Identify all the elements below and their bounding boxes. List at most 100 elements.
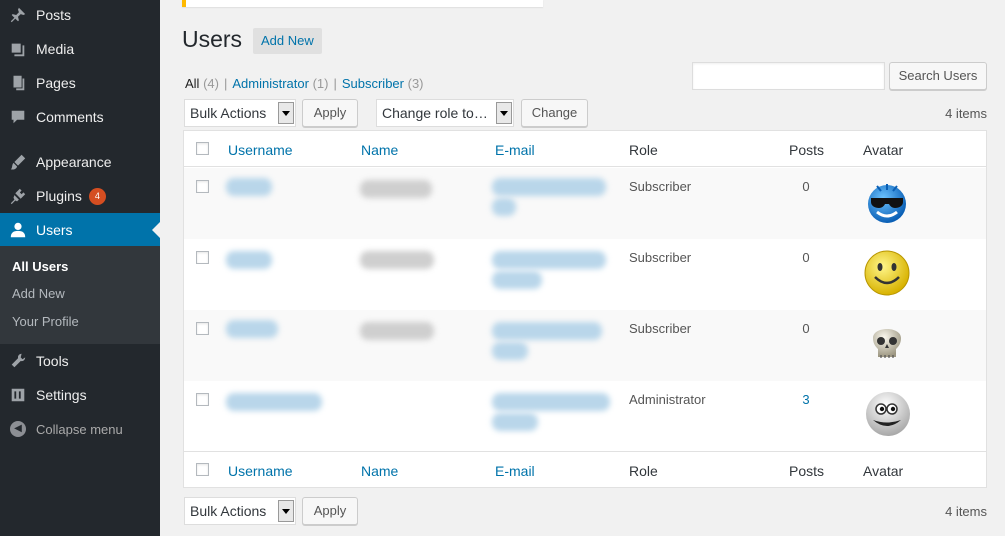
column-username-footer[interactable]: Username bbox=[228, 463, 293, 479]
page-title: Users bbox=[182, 26, 243, 52]
bulk-actions-select-top[interactable]: Bulk Actions bbox=[184, 99, 296, 127]
filter-subscriber[interactable]: Subscriber (3) bbox=[342, 76, 424, 91]
add-new-user-button[interactable]: Add New bbox=[253, 28, 322, 54]
column-name[interactable]: Name bbox=[361, 142, 398, 158]
filter-all[interactable]: All (4) bbox=[185, 76, 219, 91]
user-name bbox=[360, 322, 434, 340]
filter-administrator[interactable]: Administrator (1) bbox=[232, 76, 328, 91]
bulk-actions-select-bottom[interactable]: Bulk Actions bbox=[184, 497, 296, 525]
smiley-avatar bbox=[864, 250, 910, 296]
white-smiley-avatar bbox=[866, 392, 910, 436]
sidebar-item-tools[interactable]: Tools bbox=[0, 344, 160, 378]
email-link[interactable] bbox=[492, 178, 606, 196]
user-role: Administrator bbox=[629, 392, 706, 407]
email-link-wrap bbox=[492, 413, 538, 431]
plugins-icon bbox=[0, 187, 36, 205]
apply-button-top[interactable]: Apply bbox=[302, 99, 358, 127]
sidebar-item-label: Comments bbox=[36, 109, 104, 125]
sidebar-item-settings[interactable]: Settings bbox=[0, 378, 160, 412]
change-role-select[interactable]: Change role to… bbox=[376, 99, 514, 127]
row-checkbox[interactable] bbox=[196, 251, 209, 264]
change-role-value: Change role to… bbox=[382, 105, 488, 121]
username-link[interactable] bbox=[226, 178, 272, 196]
table-row: Subscriber 0 bbox=[184, 239, 986, 310]
admin-sidebar: Posts Media Pages Comments Appearance Pl… bbox=[0, 0, 160, 536]
sidebar-item-posts[interactable]: Posts bbox=[0, 0, 160, 32]
row-checkbox[interactable] bbox=[196, 180, 209, 193]
apply-button-bottom[interactable]: Apply bbox=[302, 497, 358, 525]
sidebar-item-users[interactable]: Users bbox=[0, 213, 160, 247]
items-count-top: 4 items bbox=[945, 106, 987, 121]
user-role: Subscriber bbox=[629, 321, 692, 336]
table-footer: Username Name E-mail Role Posts Avatar bbox=[184, 451, 986, 487]
table-row: Subscriber 0 bbox=[184, 310, 986, 381]
user-post-count: 0 bbox=[802, 321, 810, 336]
sidebar-item-label: Plugins bbox=[36, 188, 82, 204]
email-link[interactable] bbox=[492, 322, 602, 340]
username-link[interactable] bbox=[226, 320, 278, 338]
media-icon bbox=[0, 40, 36, 58]
column-email[interactable]: E-mail bbox=[495, 142, 535, 158]
sidebar-item-comments[interactable]: Comments bbox=[0, 100, 160, 134]
cool-smiley-avatar bbox=[868, 184, 906, 223]
column-role-footer: Role bbox=[629, 463, 658, 479]
email-link-wrap bbox=[492, 342, 528, 360]
collapse-arrow-icon: ◀ bbox=[0, 421, 36, 437]
pages-icon bbox=[0, 74, 36, 92]
username-link[interactable] bbox=[226, 251, 272, 269]
email-link[interactable] bbox=[492, 251, 606, 269]
sidebar-item-appearance[interactable]: Appearance bbox=[0, 145, 160, 179]
skull-avatar bbox=[873, 329, 901, 358]
sidebar-item-label: Settings bbox=[36, 387, 87, 403]
submenu-item-all-users[interactable]: All Users bbox=[12, 259, 68, 274]
user-role: Subscriber bbox=[629, 250, 692, 265]
sidebar-item-media[interactable]: Media bbox=[0, 32, 160, 66]
table-header: Username Name E-mail Role Posts Avatar bbox=[184, 131, 986, 167]
sidebar-item-label: Users bbox=[36, 222, 73, 238]
user-name bbox=[360, 251, 434, 269]
role-filter-links: All (4) | Administrator (1) | Subscriber (3) bbox=[185, 76, 424, 91]
column-avatar-footer: Avatar bbox=[863, 463, 904, 479]
username-link[interactable] bbox=[226, 393, 322, 411]
sidebar-item-plugins[interactable]: Plugins 4 bbox=[0, 179, 160, 213]
users-icon bbox=[0, 221, 36, 239]
comments-icon bbox=[0, 108, 36, 126]
appearance-icon bbox=[0, 153, 36, 171]
pin-icon bbox=[0, 6, 36, 24]
row-checkbox[interactable] bbox=[196, 322, 209, 335]
user-post-count: 0 bbox=[802, 179, 810, 194]
submenu-item-add-new[interactable]: Add New bbox=[12, 286, 65, 301]
sidebar-item-pages[interactable]: Pages bbox=[0, 66, 160, 100]
row-checkbox[interactable] bbox=[196, 393, 209, 406]
table-row: Subscriber 0 bbox=[184, 168, 986, 239]
column-email-footer[interactable]: E-mail bbox=[495, 463, 535, 479]
email-link-wrap bbox=[492, 271, 542, 289]
collapse-menu-label: Collapse menu bbox=[36, 421, 123, 437]
column-username[interactable]: Username bbox=[228, 142, 293, 158]
submenu-item-your-profile[interactable]: Your Profile bbox=[12, 314, 79, 329]
plugins-update-badge: 4 bbox=[88, 187, 106, 205]
change-role-button[interactable]: Change bbox=[521, 99, 588, 127]
email-link[interactable] bbox=[492, 393, 610, 411]
settings-icon bbox=[0, 386, 36, 404]
sidebar-item-label: Posts bbox=[36, 7, 72, 23]
sidebar-item-label: Media bbox=[36, 41, 75, 57]
chevron-down-icon bbox=[496, 102, 512, 124]
sidebar-item-label: Pages bbox=[36, 75, 76, 91]
column-avatar: Avatar bbox=[863, 142, 904, 158]
user-post-count: 0 bbox=[802, 250, 810, 265]
sidebar-item-label: Appearance bbox=[36, 154, 112, 170]
select-all-checkbox-bottom[interactable] bbox=[196, 463, 209, 476]
select-all-checkbox[interactable] bbox=[196, 142, 209, 155]
column-name-footer[interactable]: Name bbox=[361, 463, 398, 479]
items-count-bottom: 4 items bbox=[945, 504, 987, 519]
collapse-menu-button[interactable]: ◀ Collapse menu bbox=[0, 416, 160, 442]
chevron-down-icon bbox=[278, 500, 294, 522]
user-post-count-link[interactable]: 3 bbox=[791, 392, 821, 407]
table-row: Administrator 3 bbox=[184, 381, 986, 452]
chevron-down-icon bbox=[278, 102, 294, 124]
user-name bbox=[360, 180, 432, 198]
search-users-input[interactable] bbox=[692, 62, 885, 90]
search-users-button[interactable]: Search Users bbox=[889, 62, 987, 90]
bulk-actions-value: Bulk Actions bbox=[190, 105, 267, 121]
